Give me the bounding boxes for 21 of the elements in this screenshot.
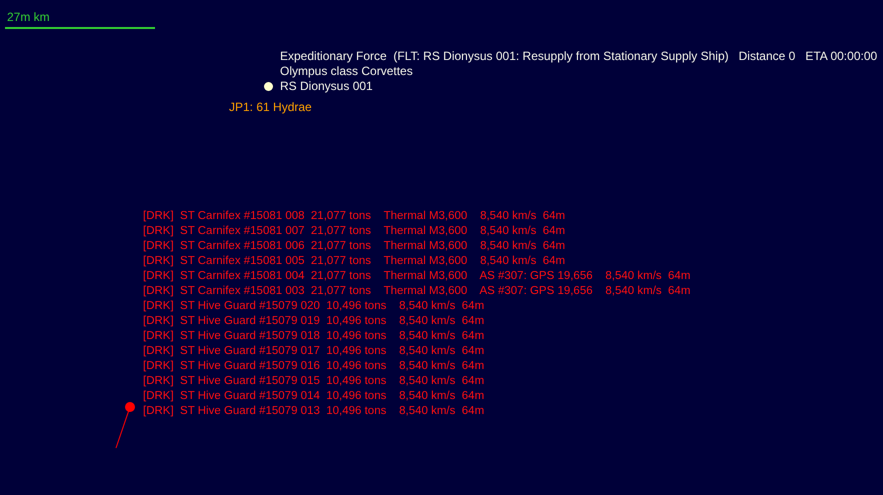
contact-label: [DRK] ST Hive Guard #15079 019 10,496 tons 8,540 km/s 64m (143, 315, 484, 327)
contact-label: [DRK] ST Carnifex #15081 004 21,077 tons Thermal M3,600 AS #307: GPS 19,656 8,540 km/s 64m (143, 270, 690, 282)
contact-label: [DRK] ST Hive Guard #15079 018 10,496 tons 8,540 km/s 64m (143, 330, 484, 342)
ship-icon (264, 82, 273, 91)
contact-label: [DRK] ST Hive Guard #15079 013 10,496 tons 8,540 km/s 64m (143, 405, 484, 417)
fleet-label: Olympus class Corvettes (280, 64, 414, 79)
contact-label: [DRK] ST Carnifex #15081 007 21,077 tons Thermal M3,600 8,540 km/s 64m (143, 225, 566, 237)
contact-label: [DRK] ST Hive Guard #15079 016 10,496 tons 8,540 km/s 64m (143, 360, 484, 372)
contact-label: [DRK] ST Hive Guard #15079 015 10,496 tons 8,540 km/s 64m (143, 375, 484, 387)
contact-label: [DRK] ST Hive Guard #15079 017 10,496 tons 8,540 km/s 64m (143, 345, 484, 357)
ship-name: RS Dionysus 001 (280, 79, 373, 94)
jump-point-label: JP1: 61 Hydrae (229, 100, 312, 115)
contact-label: [DRK] ST Hive Guard #15079 020 10,496 tons 8,540 km/s 64m (143, 300, 484, 312)
contact-icon (115, 401, 135, 449)
contact-label: [DRK] ST Carnifex #15081 003 21,077 tons Thermal M3,600 AS #307: GPS 19,656 8,540 km/s 64m (143, 285, 690, 297)
contact-label: [DRK] ST Carnifex #15081 008 21,077 tons Thermal M3,600 8,540 km/s 64m (143, 210, 566, 222)
contact-label: [DRK] ST Carnifex #15081 005 21,077 tons Thermal M3,600 8,540 km/s 64m (143, 255, 566, 267)
contact-label: [DRK] ST Hive Guard #15079 014 10,496 tons 8,540 km/s 64m (143, 390, 484, 402)
fleet-label: Expeditionary Force (FLT: RS Dionysus 001: Resupply from Stationary Supply Ship) Distance 0 ETA 00:00:00 (280, 49, 878, 64)
contact-label: [DRK] ST Carnifex #15081 006 21,077 tons Thermal M3,600 8,540 km/s 64m (143, 240, 566, 252)
scale-label: 27m km (6, 10, 51, 25)
